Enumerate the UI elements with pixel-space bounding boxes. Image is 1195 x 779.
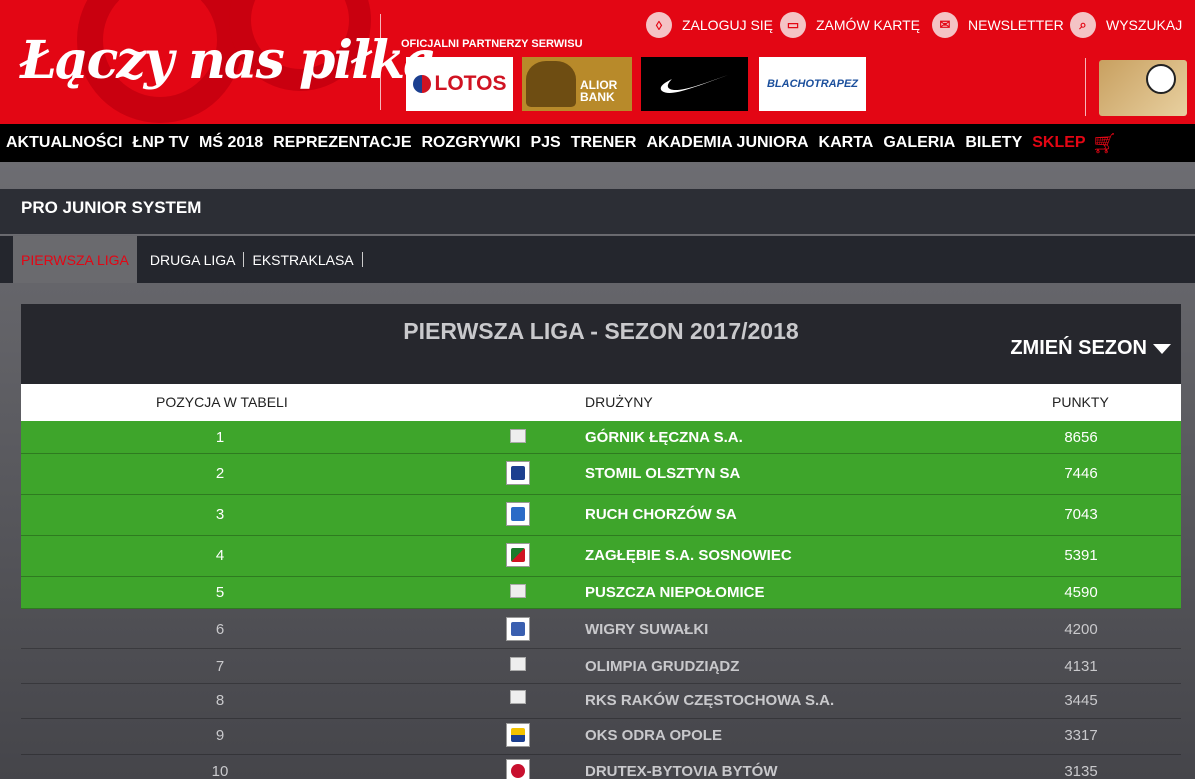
partner-lotos[interactable]: LOTOS bbox=[406, 57, 513, 111]
team-crest-icon bbox=[510, 584, 526, 598]
team-crest-icon bbox=[506, 617, 530, 641]
change-season-dropdown[interactable]: ZMIEŃ SEZON bbox=[1010, 337, 1171, 360]
nav-item-lnp-tv[interactable]: ŁNP TV bbox=[132, 134, 189, 152]
card-icon: ▭ bbox=[780, 12, 806, 38]
table-title: PIERWSZA LIGA - SEZON 2017/2018 bbox=[403, 318, 799, 344]
partner-blachotrapez[interactable]: BLACHOTRAPEZ bbox=[759, 57, 866, 111]
nav-item-galeria[interactable]: GALERIA bbox=[883, 134, 955, 152]
envelope-icon: ✉ bbox=[932, 12, 958, 38]
table-row[interactable]: 2 STOMIL OLSZTYN SA 7446 bbox=[21, 454, 1181, 495]
nav-item-aktualnosci[interactable]: AKTUALNOŚCI bbox=[6, 134, 122, 152]
table-row[interactable]: 7 OLIMPIA GRUDZIĄDZ 4131 bbox=[21, 649, 1181, 684]
tab-druga-liga[interactable]: DRUGA LIGA bbox=[142, 236, 244, 283]
partner-alior-bank[interactable]: ALIOR BANK bbox=[522, 57, 632, 111]
team-crest-icon bbox=[510, 429, 526, 443]
nav-item-rozgrywki[interactable]: ROZGRYWKI bbox=[421, 134, 520, 152]
table-header: POZYCJA W TABELI DRUŻYNY PUNKTY bbox=[21, 384, 1181, 421]
login-link[interactable]: ◊ ZALOGUJ SIĘ bbox=[646, 12, 773, 38]
nav-item-sklep[interactable]: SKLEP bbox=[1032, 134, 1085, 152]
team-crest-icon bbox=[510, 657, 526, 671]
table-row[interactable]: 10 DRUTEX-BYTOVIA BYTÓW 3135 bbox=[21, 755, 1181, 779]
search-link[interactable]: ⌕ WYSZUKAJ bbox=[1070, 12, 1182, 38]
header-divider bbox=[380, 14, 381, 110]
site-logo[interactable]: Łączy nas piłka bbox=[20, 30, 437, 91]
header-points: PUNKTY bbox=[1052, 394, 1109, 410]
team-crest-icon bbox=[506, 502, 530, 526]
tab-separator bbox=[361, 252, 363, 267]
header-teams: DRUŻYNY bbox=[585, 394, 653, 410]
nav-item-pjs[interactable]: PJS bbox=[530, 134, 560, 152]
nav-item-bilety[interactable]: BILETY bbox=[965, 134, 1022, 152]
table-row[interactable]: 1 GÓRNIK ŁĘCZNA S.A. 8656 bbox=[21, 421, 1181, 454]
table-row[interactable]: 6 WIGRY SUWAŁKI 4200 bbox=[21, 609, 1181, 649]
table-row[interactable]: 4 ZAGŁĘBIE S.A. SOSNOWIEC 5391 bbox=[21, 536, 1181, 577]
order-card-link[interactable]: ▭ ZAMÓW KARTĘ bbox=[780, 12, 920, 38]
nav-item-karta[interactable]: KARTA bbox=[819, 134, 874, 152]
tab-ekstraklasa[interactable]: EKSTRAKLASA bbox=[244, 236, 361, 283]
membership-card-image[interactable] bbox=[1099, 60, 1187, 116]
section-title: PRO JUNIOR SYSTEM bbox=[0, 189, 1195, 235]
table-row[interactable]: 5 PUSZCZA NIEPOŁOMICE 4590 bbox=[21, 577, 1181, 609]
football-icon bbox=[1146, 64, 1176, 94]
chevron-down-icon bbox=[1153, 343, 1171, 354]
team-crest-icon bbox=[510, 690, 526, 704]
lotos-logo-icon bbox=[412, 75, 431, 93]
nike-swoosh-icon bbox=[660, 75, 728, 94]
header-position: POZYCJA W TABELI bbox=[156, 394, 288, 410]
nav-item-akademia-juniora[interactable]: AKADEMIA JUNIORA bbox=[646, 134, 808, 152]
newsletter-link[interactable]: ✉ NEWSLETTER bbox=[932, 12, 1064, 38]
standings-table: 1 GÓRNIK ŁĘCZNA S.A. 8656 2 STOMIL OLSZT… bbox=[21, 421, 1181, 779]
main-navigation: AKTUALNOŚCI ŁNP TV MŚ 2018 REPREZENTACJE… bbox=[0, 124, 1195, 162]
tab-pierwsza-liga[interactable]: PIERWSZA LIGA bbox=[13, 236, 137, 283]
search-icon: ⌕ bbox=[1070, 12, 1096, 38]
header-divider-right bbox=[1085, 58, 1086, 116]
league-tabs: PIERWSZA LIGA DRUGA LIGA EKSTRAKLASA bbox=[0, 236, 1195, 283]
nav-item-trener[interactable]: TRENER bbox=[571, 134, 637, 152]
team-crest-icon bbox=[506, 759, 530, 779]
partner-nike[interactable] bbox=[641, 57, 748, 111]
team-crest-icon bbox=[506, 543, 530, 567]
lock-icon: ◊ bbox=[646, 12, 672, 38]
nav-item-ms-2018[interactable]: MŚ 2018 bbox=[199, 134, 263, 152]
table-row[interactable]: 3 RUCH CHORZÓW SA 7043 bbox=[21, 495, 1181, 536]
table-panel: PIERWSZA LIGA - SEZON 2017/2018 ZMIEŃ SE… bbox=[21, 304, 1181, 384]
table-row[interactable]: 8 RKS RAKÓW CZĘSTOCHOWA S.A. 3445 bbox=[21, 684, 1181, 719]
team-crest-icon bbox=[506, 461, 530, 485]
table-row[interactable]: 9 OKS ODRA OPOLE 3317 bbox=[21, 719, 1181, 755]
nav-item-reprezentacje[interactable]: REPREZENTACJE bbox=[273, 134, 411, 152]
alior-lion-icon bbox=[526, 61, 576, 107]
team-crest-icon bbox=[506, 723, 530, 747]
cart-icon[interactable]: 🛒︎ bbox=[1092, 131, 1117, 156]
site-header: Łączy nas piłka OFICJALNI PARTNERZY SERW… bbox=[0, 0, 1195, 124]
partners-label: OFICJALNI PARTNERZY SERWISU bbox=[401, 38, 583, 50]
